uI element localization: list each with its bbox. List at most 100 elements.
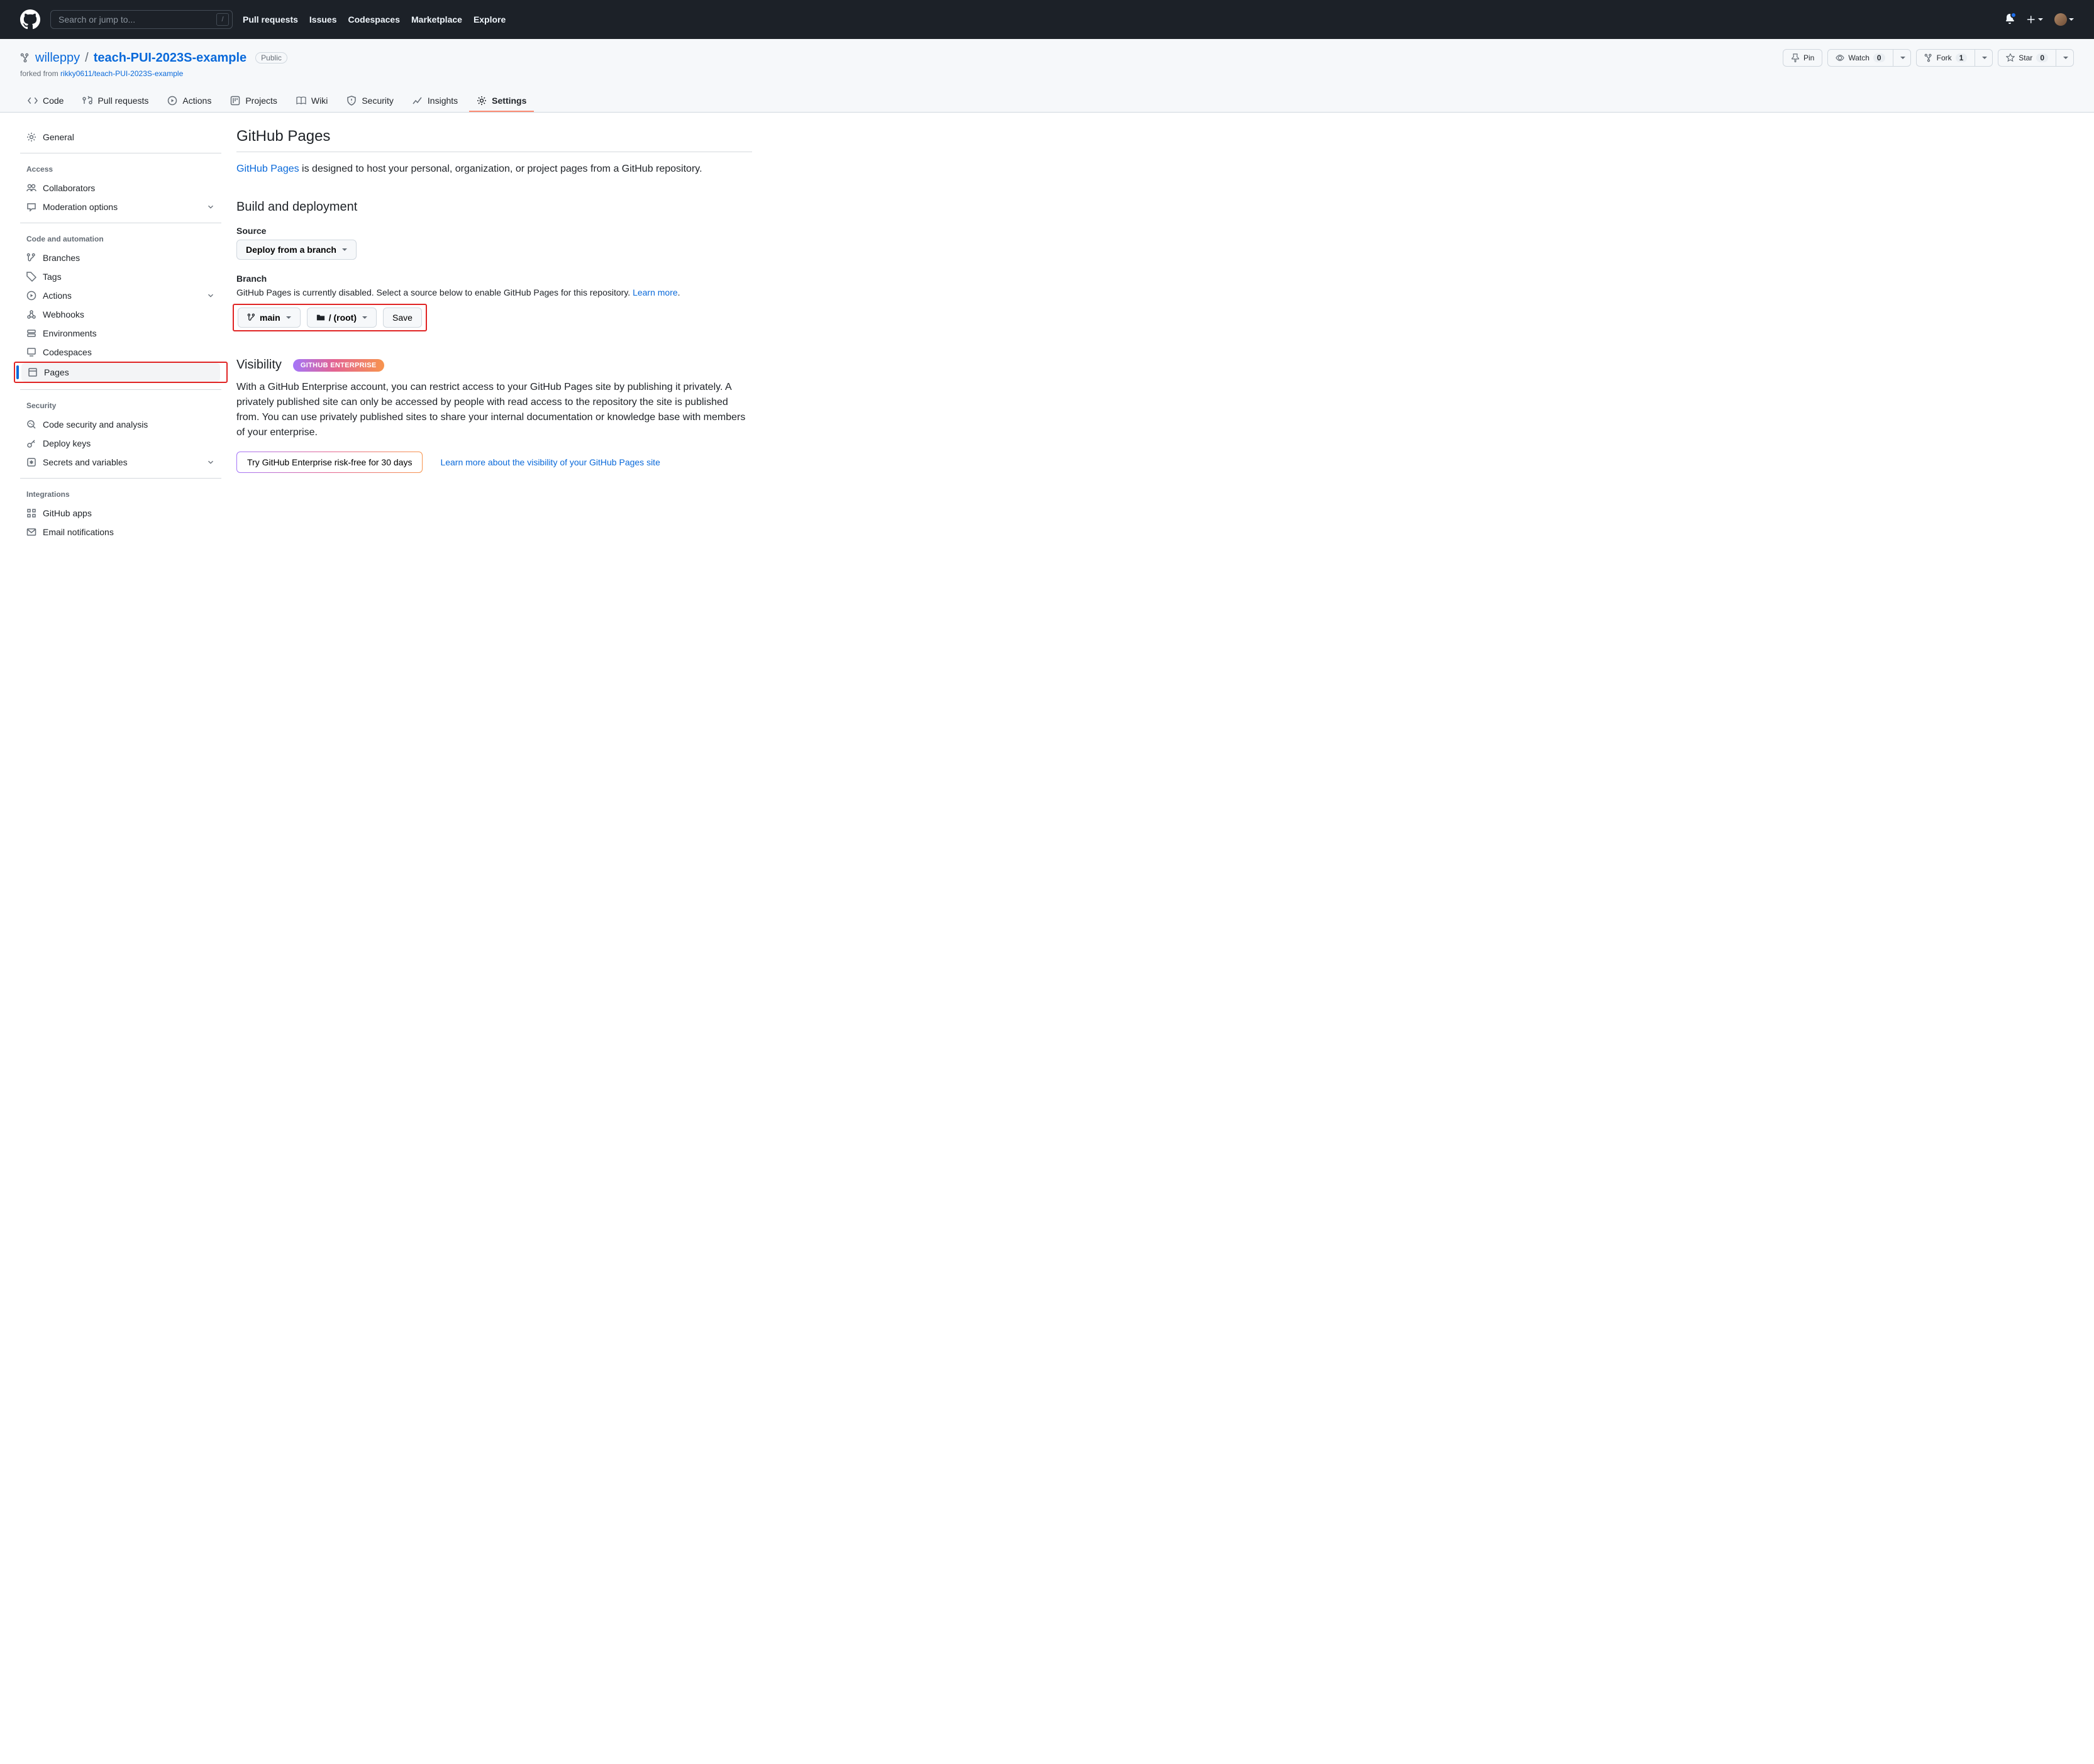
tab-code[interactable]: Code	[20, 91, 71, 112]
sidebar-deploy-keys[interactable]: Deploy keys	[20, 434, 221, 453]
integrations-heading: Integrations	[20, 479, 221, 504]
nav-issues[interactable]: Issues	[309, 14, 337, 25]
folder-select[interactable]: / (root)	[307, 308, 377, 328]
code-heading: Code and automation	[20, 223, 221, 248]
fork-count: 1	[1956, 53, 1968, 62]
visibility-badge: Public	[255, 52, 287, 64]
branch-icon	[247, 313, 256, 322]
sidebar-actions[interactable]: Actions	[20, 286, 221, 305]
branch-icon	[26, 253, 36, 263]
eye-icon	[1836, 53, 1844, 62]
tab-security[interactable]: Security	[339, 91, 401, 112]
enterprise-badge: GITHUB ENTERPRISE	[293, 359, 384, 372]
sidebar-moderation[interactable]: Moderation options	[20, 197, 221, 216]
create-menu[interactable]	[2026, 14, 2043, 25]
watch-menu[interactable]	[1893, 49, 1911, 67]
user-menu[interactable]	[2054, 13, 2074, 26]
repo-title-row: willeppy / teach-PUI-2023S-example Publi…	[20, 49, 2074, 67]
sidebar-email[interactable]: Email notifications	[20, 523, 221, 541]
caret-down-icon	[2038, 18, 2043, 21]
repo-owner-link[interactable]: willeppy	[35, 51, 80, 65]
highlight-box-pages: Pages	[14, 362, 228, 383]
highlight-box-branch: main / (root) Save	[233, 304, 427, 331]
search-input[interactable]	[50, 10, 233, 29]
notification-dot	[2010, 12, 2017, 18]
pin-button[interactable]: Pin	[1783, 49, 1822, 67]
repo-actions: Pin Watch 0 Fork 1	[1783, 49, 2074, 67]
try-enterprise-button[interactable]: Try GitHub Enterprise risk-free for 30 d…	[236, 452, 423, 473]
people-icon	[26, 183, 36, 193]
sidebar: General Access Collaborators Moderation …	[20, 128, 221, 541]
fork-menu[interactable]	[1975, 49, 1993, 67]
caret-down-icon	[2069, 18, 2074, 21]
nav-codespaces[interactable]: Codespaces	[348, 14, 400, 25]
tab-actions[interactable]: Actions	[160, 91, 219, 112]
branch-help: GitHub Pages is currently disabled. Sele…	[236, 287, 752, 297]
graph-icon	[413, 96, 423, 106]
branch-select[interactable]: main	[238, 308, 301, 328]
fork-button[interactable]: Fork 1	[1916, 49, 1975, 67]
visibility-body: With a GitHub Enterprise account, you ca…	[236, 380, 752, 440]
codescan-icon	[26, 419, 36, 430]
notifications-button[interactable]	[2005, 14, 2015, 26]
sidebar-collaborators[interactable]: Collaborators	[20, 179, 221, 197]
sidebar-github-apps[interactable]: GitHub apps	[20, 504, 221, 523]
tab-insights[interactable]: Insights	[405, 91, 465, 112]
sidebar-general[interactable]: General	[20, 128, 221, 147]
tab-pull-requests[interactable]: Pull requests	[75, 91, 156, 112]
access-heading: Access	[20, 153, 221, 179]
folder-icon	[316, 313, 325, 322]
codespaces-icon	[26, 347, 36, 357]
sidebar-webhooks[interactable]: Webhooks	[20, 305, 221, 324]
sidebar-pages[interactable]: Pages	[21, 363, 220, 382]
tag-icon	[26, 272, 36, 282]
topbar: / Pull requests Issues Codespaces Market…	[0, 0, 2094, 39]
build-heading: Build and deployment	[236, 200, 752, 214]
watch-button[interactable]: Watch 0	[1827, 49, 1892, 67]
github-logo-icon[interactable]	[20, 9, 40, 30]
try-row: Try GitHub Enterprise risk-free for 30 d…	[236, 452, 752, 473]
mail-icon	[26, 527, 36, 537]
nav-marketplace[interactable]: Marketplace	[411, 14, 462, 25]
plus-icon	[2026, 14, 2036, 25]
fork-label: Fork	[1937, 53, 1952, 62]
star-button[interactable]: Star 0	[1998, 49, 2056, 67]
repo-name-link[interactable]: teach-PUI-2023S-example	[94, 51, 247, 65]
gear-icon	[477, 96, 487, 106]
source-select[interactable]: Deploy from a branch	[236, 240, 357, 260]
security-heading: Security	[20, 390, 221, 415]
sidebar-secrets[interactable]: Secrets and variables	[20, 453, 221, 472]
search-box: /	[50, 10, 233, 29]
sidebar-environments[interactable]: Environments	[20, 324, 221, 343]
github-pages-link[interactable]: GitHub Pages	[236, 164, 299, 174]
book-icon	[296, 96, 306, 106]
chevron-down-icon	[206, 291, 215, 300]
tab-projects[interactable]: Projects	[223, 91, 285, 112]
star-group: Star 0	[1998, 49, 2074, 67]
caret-down-icon	[362, 316, 367, 319]
star-icon	[2006, 53, 2015, 62]
desc-suffix: is designed to host your personal, organ…	[299, 164, 702, 174]
sidebar-code-security[interactable]: Code security and analysis	[20, 415, 221, 434]
nav-pull-requests[interactable]: Pull requests	[243, 14, 298, 25]
visibility-learn-link[interactable]: Learn more about the visibility of your …	[440, 457, 660, 467]
learn-more-link[interactable]: Learn more	[633, 287, 678, 297]
pin-label: Pin	[1803, 53, 1814, 62]
chevron-down-icon	[206, 202, 215, 211]
star-menu[interactable]	[2056, 49, 2074, 67]
pin-icon	[1791, 53, 1800, 62]
project-icon	[230, 96, 240, 106]
apps-icon	[26, 508, 36, 518]
topbar-right	[2005, 13, 2074, 26]
sidebar-branches[interactable]: Branches	[20, 248, 221, 267]
fork-group: Fork 1	[1916, 49, 1993, 67]
sidebar-tags[interactable]: Tags	[20, 267, 221, 286]
save-button[interactable]: Save	[383, 308, 422, 328]
tab-settings[interactable]: Settings	[469, 91, 534, 112]
content: GitHub Pages GitHub Pages is designed to…	[236, 128, 752, 541]
visibility-header: Visibility GITHUB ENTERPRISE	[236, 358, 752, 372]
nav-explore[interactable]: Explore	[474, 14, 506, 25]
tab-wiki[interactable]: Wiki	[289, 91, 335, 112]
forked-from-link[interactable]: rikky0611/teach-PUI-2023S-example	[60, 69, 183, 78]
sidebar-codespaces[interactable]: Codespaces	[20, 343, 221, 362]
